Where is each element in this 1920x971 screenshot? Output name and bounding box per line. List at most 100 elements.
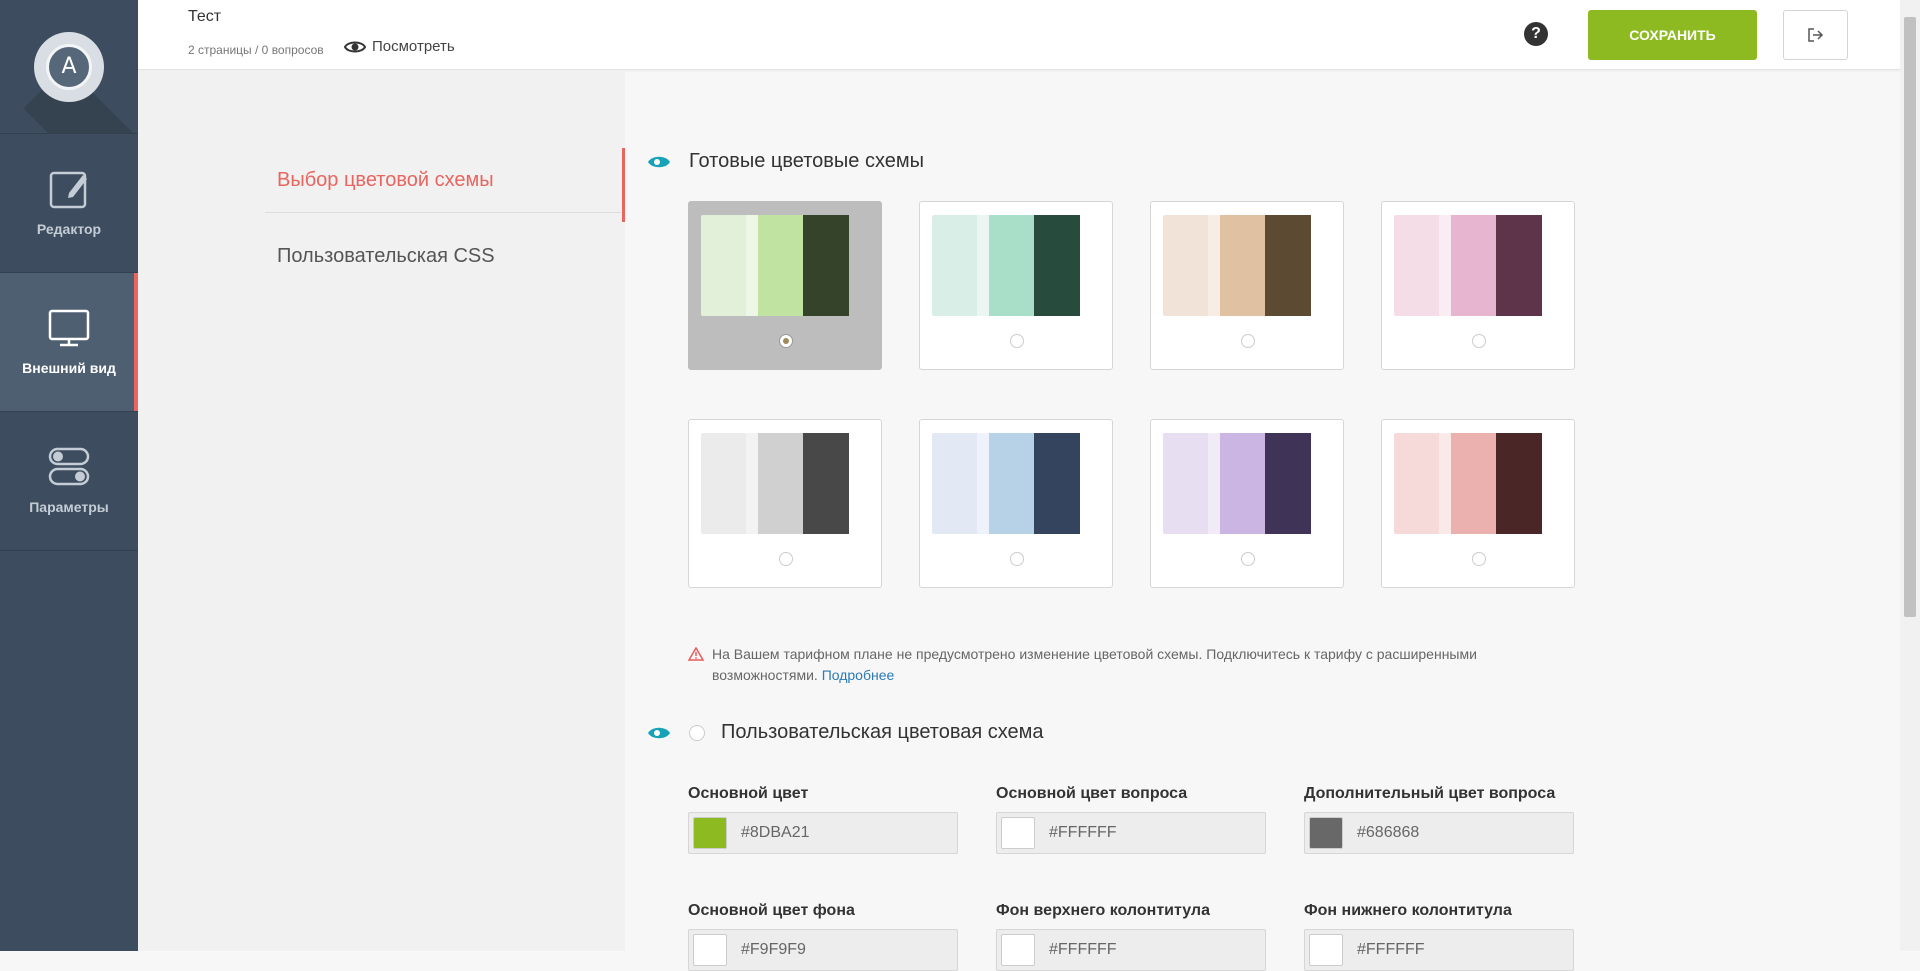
subnav-custom-css[interactable]: Пользовательская CSS (265, 221, 625, 291)
preset-scheme-card[interactable] (919, 201, 1113, 370)
color-swatch (701, 215, 869, 316)
swatch-color (977, 433, 989, 534)
color-picker-chip[interactable] (1309, 934, 1343, 966)
scrollbar[interactable] (1900, 0, 1920, 951)
swatch-color (758, 433, 803, 534)
preset-scheme-card[interactable] (688, 419, 882, 588)
monitor-icon (48, 309, 90, 347)
swatch-color (746, 433, 758, 534)
scheme-radio[interactable] (1010, 334, 1024, 348)
color-picker-chip[interactable] (693, 934, 727, 966)
preset-scheme-card[interactable] (688, 201, 882, 370)
scheme-radio[interactable] (1241, 334, 1255, 348)
color-input[interactable]: #F9F9F9 (688, 929, 958, 971)
custom-scheme-radio[interactable] (689, 724, 705, 741)
swatch-color (1220, 215, 1265, 316)
swatch-color (1265, 433, 1311, 534)
color-input[interactable]: #FFFFFF (996, 929, 1266, 971)
color-picker-chip[interactable] (693, 817, 727, 849)
preview-link[interactable]: Посмотреть (344, 38, 455, 55)
color-swatch (1394, 215, 1562, 316)
help-icon[interactable]: ? (1524, 22, 1548, 46)
color-value: #FFFFFF (1049, 824, 1117, 841)
scheme-radio[interactable] (1241, 552, 1255, 566)
preset-scheme-card[interactable] (1150, 419, 1344, 588)
swatch-color (803, 433, 849, 534)
color-picker-chip[interactable] (1001, 934, 1035, 966)
swatch-color (1439, 433, 1451, 534)
preset-scheme-card[interactable] (1150, 201, 1344, 370)
swatch-color (1394, 215, 1439, 316)
color-value: #8DBA21 (741, 824, 810, 841)
color-field: Основной цвет вопроса #FFFFFF (996, 781, 1266, 854)
sidebar-item-label: Внешний вид (22, 360, 116, 376)
swatch-color (1163, 433, 1208, 534)
edit-icon (49, 171, 87, 209)
color-field: Основной цвет фона #F9F9F9 (688, 898, 958, 971)
warning-icon (688, 647, 704, 661)
color-input[interactable]: #686868 (1304, 812, 1574, 854)
custom-heading: Пользовательская цветовая схема (647, 721, 1044, 744)
field-label: Фон нижнего колонтитула (1304, 902, 1512, 919)
scheme-radio[interactable] (1010, 552, 1024, 566)
swatch-color (932, 215, 977, 316)
color-swatch (1394, 433, 1562, 534)
swatch-color (758, 215, 803, 316)
sidebar-item-label: Параметры (29, 499, 109, 515)
preset-scheme-card[interactable] (1381, 201, 1575, 370)
sidebar-item-settings[interactable]: Параметры (0, 412, 138, 551)
plan-warning: На Вашем тарифном плане не предусмотрено… (688, 644, 1568, 686)
eye-icon[interactable] (647, 726, 671, 740)
header: Тест 2 страницы / 0 вопросов Посмотреть … (138, 0, 1900, 70)
swatch-color (1394, 433, 1439, 534)
subnav-color-scheme[interactable]: Выбор цветовой схемы (265, 148, 625, 222)
swatch-color (989, 433, 1034, 534)
swatch-color (932, 433, 977, 534)
color-value: #FFFFFF (1049, 941, 1117, 958)
field-label: Основной цвет вопроса (996, 785, 1188, 802)
swatch-color (977, 215, 989, 316)
save-button[interactable]: СОХРАНИТЬ (1588, 10, 1757, 60)
sidebar-item-appearance[interactable]: Внешний вид (0, 273, 138, 412)
swatch-color (1451, 215, 1496, 316)
exit-button[interactable] (1783, 10, 1848, 60)
scheme-radio[interactable] (779, 552, 793, 566)
swatch-color (1439, 215, 1451, 316)
preview-label: Посмотреть (372, 38, 455, 55)
color-swatch (1163, 215, 1331, 316)
field-label: Основной цвет (688, 785, 809, 802)
scheme-radio[interactable] (779, 334, 793, 348)
swatch-color (1208, 433, 1220, 534)
logo-area[interactable]: A (0, 0, 138, 134)
survey-title[interactable]: Тест (188, 8, 221, 26)
swatch-color (701, 215, 746, 316)
color-input[interactable]: #8DBA21 (688, 812, 958, 854)
exit-icon (1807, 28, 1823, 42)
presets-heading: Готовые цветовые схемы (647, 150, 924, 173)
scheme-radio[interactable] (1472, 552, 1486, 566)
color-field: Дополнительный цвет вопроса #686868 (1304, 781, 1574, 854)
swatch-color (803, 215, 849, 316)
sidebar-item-label: Редактор (36, 221, 102, 237)
color-swatch (701, 433, 869, 534)
scrollbar-thumb[interactable] (1904, 17, 1916, 617)
swatch-color (1220, 433, 1265, 534)
swatch-color (1451, 433, 1496, 534)
main-content: Готовые цветовые схемы На Вашем тарифном… (625, 71, 1900, 971)
sidebar-item-editor[interactable]: Редактор (0, 134, 138, 273)
color-picker-chip[interactable] (1309, 817, 1343, 849)
color-value: #FFFFFF (1357, 941, 1425, 958)
color-value: #F9F9F9 (741, 941, 806, 958)
color-picker-chip[interactable] (1001, 817, 1035, 849)
color-input[interactable]: #FFFFFF (996, 812, 1266, 854)
scheme-radio[interactable] (1472, 334, 1486, 348)
color-input[interactable]: #FFFFFF (1304, 929, 1574, 971)
app-logo: A (34, 31, 104, 102)
details-link[interactable]: Подробнее (822, 667, 895, 683)
color-field: Фон нижнего колонтитула #FFFFFF (1304, 898, 1574, 971)
field-label: Дополнительный цвет вопроса (1304, 785, 1556, 802)
preset-scheme-card[interactable] (1381, 419, 1575, 588)
eye-icon[interactable] (647, 155, 671, 169)
preset-scheme-card[interactable] (919, 419, 1113, 588)
color-swatch (1163, 433, 1331, 534)
